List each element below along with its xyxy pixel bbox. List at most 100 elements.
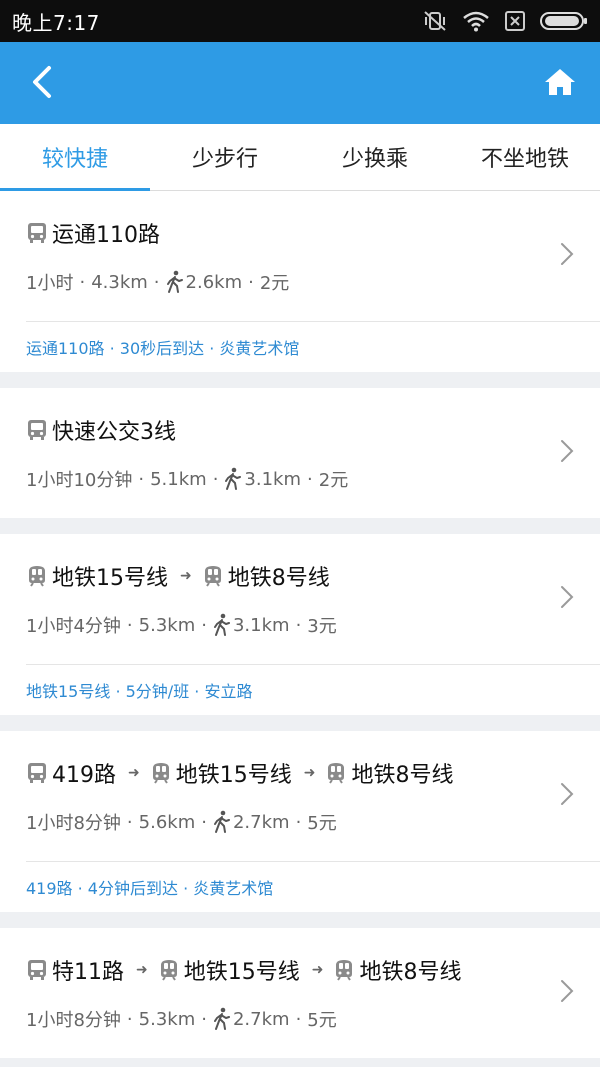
- route-segment: 地铁15号线: [150, 757, 292, 789]
- vibrate-mute-icon: [422, 9, 448, 33]
- route-fare: 5元: [307, 1010, 337, 1031]
- separator-dot: ·: [295, 811, 302, 833]
- line-name: 运通110路: [52, 223, 160, 248]
- next-arrival-hint: 419路 · 4分钟后到达 · 炎黄艺术馆: [26, 861, 600, 912]
- chevron-right-icon: [560, 439, 574, 467]
- status-icons: [422, 9, 588, 33]
- route-card[interactable]: 地铁15号线 ➜ 地铁8号线 1小时4分钟 · 5.3km · 3.1km · 3元 地铁15…: [0, 534, 600, 715]
- route-segment: 快速公交3线: [26, 414, 176, 446]
- walking-icon: [166, 270, 184, 294]
- route-meta: 1小时4分钟 · 5.3km · 3.1km · 3元: [26, 592, 530, 664]
- bus-icon: [26, 762, 48, 784]
- tab-fastest[interactable]: 较快捷: [0, 124, 150, 191]
- home-icon: [545, 69, 575, 95]
- route-fare: 2元: [318, 470, 349, 491]
- subway-icon: [325, 762, 347, 784]
- separator-dot: ·: [201, 1008, 207, 1030]
- walking-icon: [213, 613, 231, 637]
- transfer-arrow-icon: ➜: [303, 765, 316, 781]
- route-segments: 快速公交3线: [26, 388, 530, 446]
- route-distance: 5.3km: [138, 614, 196, 636]
- subway-icon: [150, 762, 172, 784]
- separator-dot: ·: [248, 271, 254, 293]
- back-arrow-icon: [33, 66, 51, 98]
- route-card[interactable]: 特11路 ➜ 地铁15号线 ➜ 地铁8号线 1小时8分钟 · 5.3km · 2.7km · 5…: [0, 928, 600, 1058]
- route-segment: 运通110路: [26, 217, 160, 249]
- transfer-arrow-icon: ➜: [311, 962, 324, 978]
- route-segment: 地铁15号线: [158, 954, 300, 986]
- line-name: 地铁8号线: [227, 566, 330, 591]
- route-distance: 4.3km: [91, 271, 148, 293]
- no-sim-icon: [504, 10, 526, 32]
- separator-dot: ·: [295, 614, 302, 636]
- separator-dot: ·: [79, 271, 86, 293]
- route-list: 运通110路 1小时 · 4.3km · 2.6km · 2元 运通110路 · 30秒后到…: [0, 191, 600, 1058]
- separator-dot: ·: [138, 468, 145, 490]
- separator-dot: ·: [307, 468, 313, 490]
- line-name: 419路: [52, 763, 116, 788]
- next-arrival-hint: 地铁15号线 · 5分钟/班 · 安立路: [26, 664, 600, 715]
- walk-distance: 2.6km: [185, 271, 243, 293]
- status-time: 晚上7:17: [12, 10, 100, 35]
- walking-icon: [224, 467, 242, 491]
- transfer-arrow-icon: ➜: [128, 765, 140, 781]
- route-card-main[interactable]: 快速公交3线 1小时10分钟 · 5.1km · 3.1km · 2元: [0, 388, 600, 518]
- subway-icon: [26, 565, 48, 587]
- route-card-main[interactable]: 运通110路 1小时 · 4.3km · 2.6km · 2元: [0, 191, 600, 321]
- bus-icon: [26, 222, 48, 244]
- line-name: 地铁15号线: [175, 763, 292, 788]
- route-segment: 地铁15号线: [26, 560, 168, 592]
- route-duration: 1小时8分钟: [26, 1010, 121, 1031]
- route-segment: 地铁8号线: [333, 954, 461, 986]
- subway-icon: [158, 959, 180, 981]
- tab-less-walking[interactable]: 少步行: [150, 124, 300, 190]
- route-distance: 5.6km: [138, 811, 196, 833]
- walking-icon: [213, 810, 231, 834]
- route-segments: 419路 ➜ 地铁15号线 ➜ 地铁8号线: [26, 731, 530, 789]
- walking-icon: [213, 1007, 231, 1031]
- line-name: 地铁15号线: [183, 960, 300, 985]
- route-duration: 1小时: [26, 273, 74, 294]
- subway-icon: [202, 565, 224, 587]
- route-meta: 1小时8分钟 · 5.6km · 2.7km · 5元: [26, 789, 530, 861]
- next-arrival-hint: 运通110路 · 30秒后到达 · 炎黄艺术馆: [26, 321, 600, 372]
- line-name: 地铁8号线: [359, 960, 462, 985]
- route-fare: 2元: [259, 273, 290, 294]
- separator-dot: ·: [212, 468, 219, 490]
- route-card[interactable]: 运通110路 1小时 · 4.3km · 2.6km · 2元 运通110路 · 30秒后到…: [0, 191, 600, 372]
- route-card[interactable]: 419路 ➜ 地铁15号线 ➜ 地铁8号线 1小时8分钟 · 5.6km · 2.7km · 5…: [0, 731, 600, 912]
- back-button[interactable]: [22, 62, 62, 102]
- app-header: [0, 42, 600, 124]
- separator-dot: ·: [201, 614, 207, 636]
- route-duration: 1小时4分钟: [26, 616, 121, 637]
- separator-dot: ·: [295, 1008, 302, 1030]
- route-distance: 5.1km: [150, 468, 207, 490]
- route-meta: 1小时 · 4.3km · 2.6km · 2元: [26, 249, 530, 321]
- separator-dot: ·: [153, 271, 160, 293]
- route-segments: 运通110路: [26, 191, 530, 249]
- separator-dot: ·: [126, 811, 133, 833]
- route-card-main[interactable]: 地铁15号线 ➜ 地铁8号线 1小时4分钟 · 5.3km · 3.1km · 3元: [0, 534, 600, 664]
- walk-distance: 2.7km: [232, 1008, 290, 1030]
- route-duration: 1小时8分钟: [26, 813, 121, 834]
- tab-fewer-transfers[interactable]: 少换乘: [300, 124, 450, 190]
- status-bar: 晚上7:17: [0, 0, 600, 42]
- chevron-right-icon: [560, 242, 574, 270]
- route-segment: 419路: [26, 757, 116, 789]
- route-card-main[interactable]: 419路 ➜ 地铁15号线 ➜ 地铁8号线 1小时8分钟 · 5.6km · 2.7km · 5…: [0, 731, 600, 861]
- route-fare: 3元: [307, 616, 337, 637]
- tab-no-subway[interactable]: 不坐地铁: [450, 124, 600, 190]
- battery-icon: [540, 10, 588, 32]
- wifi-icon: [462, 10, 490, 32]
- route-card-main[interactable]: 特11路 ➜ 地铁15号线 ➜ 地铁8号线 1小时8分钟 · 5.3km · 2.7km · 5…: [0, 928, 600, 1058]
- chevron-right-icon: [560, 782, 574, 810]
- home-button[interactable]: [538, 62, 582, 102]
- bus-icon: [26, 959, 48, 981]
- route-segments: 特11路 ➜ 地铁15号线 ➜ 地铁8号线: [26, 928, 530, 986]
- line-name: 特11路: [52, 960, 124, 985]
- walk-distance: 3.1km: [244, 468, 302, 490]
- route-card[interactable]: 快速公交3线 1小时10分钟 · 5.1km · 3.1km · 2元: [0, 388, 600, 518]
- route-segment: 特11路: [26, 954, 124, 986]
- walk-distance: 2.7km: [232, 811, 290, 833]
- route-distance: 5.3km: [138, 1008, 196, 1030]
